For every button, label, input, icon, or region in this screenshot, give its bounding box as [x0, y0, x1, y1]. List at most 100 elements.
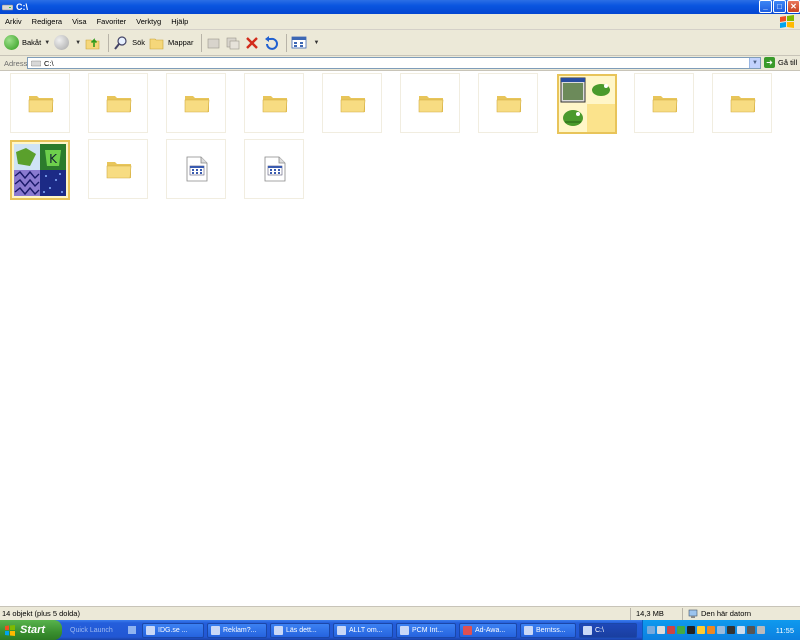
- document-icon: [211, 625, 220, 635]
- quick-launch-icon[interactable]: [128, 626, 136, 634]
- views-button[interactable]: ▼: [291, 33, 319, 53]
- tray-icon[interactable]: [677, 626, 685, 634]
- folder-item[interactable]: [322, 73, 382, 133]
- folder-item[interactable]: [166, 73, 226, 133]
- task-button-active[interactable]: C:\: [579, 622, 637, 638]
- total-size: 14,3 MB: [636, 609, 664, 618]
- clock: 11:55: [775, 625, 794, 635]
- back-button[interactable]: Bakåt ▼: [4, 33, 50, 53]
- folder-item[interactable]: [400, 73, 460, 133]
- menu-verktyg[interactable]: Verktyg: [131, 17, 166, 26]
- task-button[interactable]: Ad-Awa...: [459, 622, 517, 638]
- folder-thumbnail-item[interactable]: K: [10, 140, 70, 200]
- drive-icon: [2, 4, 13, 11]
- windows-logo-icon: [780, 15, 794, 28]
- tray-icon[interactable]: [747, 626, 755, 634]
- ad-aware-icon: [463, 625, 472, 635]
- address-value: C:\: [44, 58, 54, 68]
- system-file-icon: [186, 156, 208, 182]
- forward-arrow-icon: [54, 35, 70, 50]
- menu-arkiv[interactable]: Arkiv: [0, 17, 27, 26]
- search-label: Sök: [132, 38, 146, 47]
- status-divider: [682, 608, 683, 620]
- browser-icon: [146, 625, 155, 635]
- task-button[interactable]: Reklam?...: [207, 622, 267, 638]
- search-button[interactable]: Sök: [113, 33, 145, 53]
- folder-item[interactable]: [634, 73, 694, 133]
- document-item[interactable]: [166, 139, 226, 199]
- tray-icon[interactable]: [737, 626, 745, 634]
- task-button[interactable]: Berntss...: [520, 622, 576, 638]
- title-bar[interactable]: C:\ _ □ ✕: [0, 0, 800, 14]
- folder-thumbnail-item[interactable]: [557, 74, 617, 134]
- folder-icon: [106, 162, 132, 179]
- drive-icon: [583, 625, 592, 635]
- minimize-button[interactable]: _: [759, 0, 772, 13]
- go-label: Gå till: [778, 58, 798, 67]
- chevron-down-icon[interactable]: ▼: [749, 58, 760, 68]
- folder-item[interactable]: [478, 73, 538, 133]
- mixed-thumbnail-icon: K: [14, 144, 66, 196]
- tray-icon[interactable]: [687, 626, 695, 634]
- toolbar: Bakåt ▼ ▼ Sök Mappar ▼: [0, 30, 800, 56]
- forward-button[interactable]: ▼: [54, 33, 81, 53]
- folder-icon: [730, 96, 756, 113]
- start-label: Start: [20, 624, 46, 636]
- task-button[interactable]: ALLT om...: [333, 622, 393, 638]
- menu-redigera[interactable]: Redigera: [27, 17, 67, 26]
- folder-item[interactable]: [244, 73, 304, 133]
- window-title: C:\: [16, 2, 28, 12]
- views-icon: [292, 36, 307, 48]
- maximize-button[interactable]: □: [773, 0, 786, 13]
- windows-logo-icon: [5, 624, 15, 636]
- folder-item[interactable]: [712, 73, 772, 133]
- document-item[interactable]: [244, 139, 304, 199]
- menu-favoriter[interactable]: Favoriter: [92, 17, 132, 26]
- folder-item[interactable]: [88, 139, 148, 199]
- go-button[interactable]: ➜ Gå till: [764, 57, 797, 68]
- tray-icon[interactable]: [707, 626, 715, 634]
- up-folder-icon[interactable]: [85, 35, 101, 51]
- move-to-icon[interactable]: [206, 35, 222, 51]
- taskbar: Start Quick Launch IDG.se ... Reklam?...…: [0, 620, 800, 640]
- tray-icon[interactable]: [667, 626, 675, 634]
- task-button[interactable]: Läs dett...: [270, 622, 330, 638]
- task-button[interactable]: IDG.se ...: [142, 622, 204, 638]
- task-label: IDG.se ...: [158, 626, 188, 634]
- address-input[interactable]: C:\ ▼: [27, 57, 761, 69]
- quick-launch-label: Quick Launch: [70, 626, 113, 634]
- search-icon: [114, 35, 127, 50]
- folders-button[interactable]: Mappar: [149, 33, 193, 53]
- toolbar-divider: [286, 33, 288, 52]
- chevron-down-icon[interactable]: ▼: [75, 40, 81, 46]
- tray-icon[interactable]: [657, 626, 665, 634]
- task-label: Ad-Awa...: [475, 626, 506, 634]
- copy-to-icon[interactable]: [225, 35, 241, 51]
- folders-label: Mappar: [168, 38, 194, 47]
- undo-icon[interactable]: [263, 35, 279, 51]
- program-icon: [524, 625, 533, 635]
- crocodile-thumbnail-icon: [560, 77, 615, 132]
- tray-icon[interactable]: [647, 626, 655, 634]
- my-computer-icon: [688, 609, 698, 618]
- folder-item[interactable]: [10, 73, 70, 133]
- chevron-down-icon[interactable]: ▼: [313, 40, 319, 46]
- menu-visa[interactable]: Visa: [67, 17, 91, 26]
- tray-icon[interactable]: [717, 626, 725, 634]
- tray-icon[interactable]: [727, 626, 735, 634]
- close-button[interactable]: ✕: [787, 0, 800, 13]
- speaker-icon[interactable]: [757, 626, 765, 634]
- start-button[interactable]: Start: [0, 620, 62, 640]
- task-button[interactable]: PCM Int...: [396, 622, 456, 638]
- menu-hjalp[interactable]: Hjälp: [166, 17, 193, 26]
- tray-icon[interactable]: [697, 626, 705, 634]
- delete-icon[interactable]: [244, 35, 260, 51]
- file-view[interactable]: K: [0, 71, 800, 606]
- folder-item[interactable]: [88, 73, 148, 133]
- toolbar-divider: [201, 33, 203, 52]
- back-arrow-icon: [4, 35, 19, 50]
- chevron-down-icon[interactable]: ▼: [44, 40, 50, 46]
- folder-icon: [106, 96, 132, 113]
- system-tray: 11:55: [642, 620, 800, 640]
- object-count: 14 objekt (plus 5 dolda): [2, 609, 80, 618]
